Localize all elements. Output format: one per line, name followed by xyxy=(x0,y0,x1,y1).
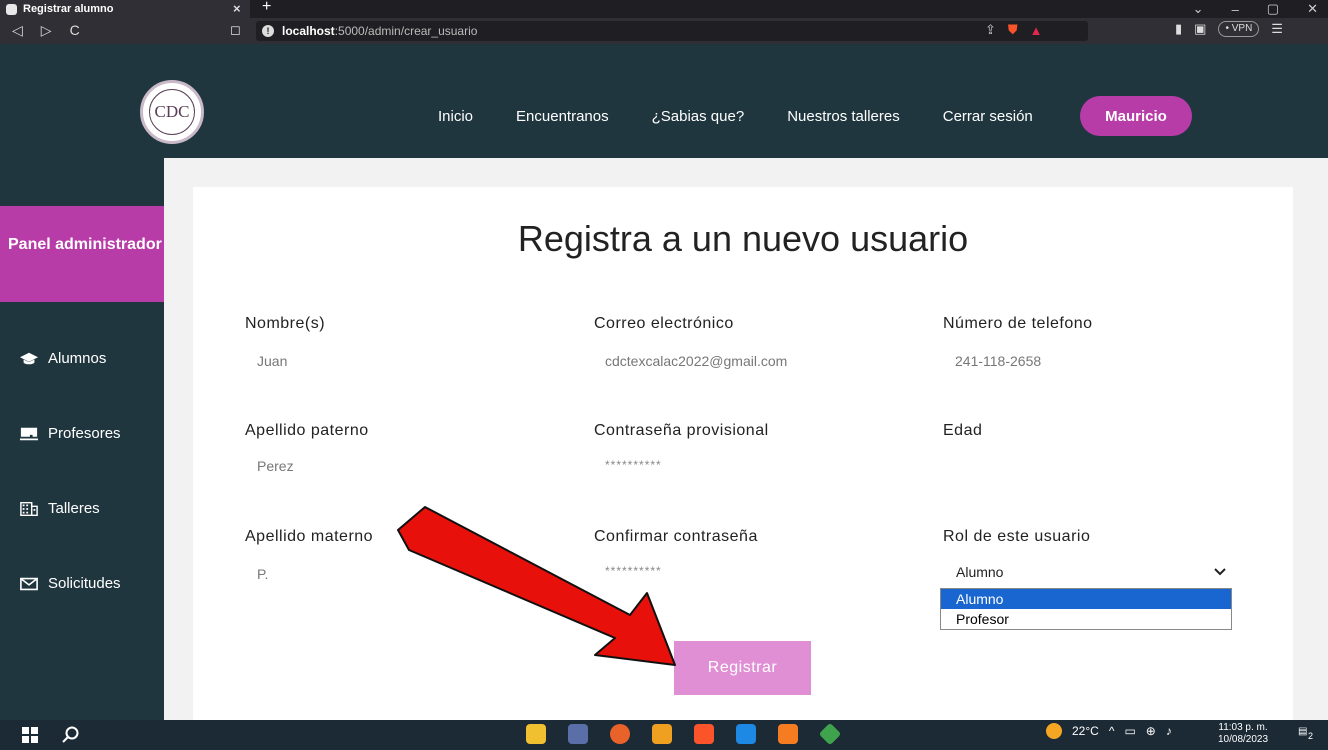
nav-sabias-que[interactable]: ¿Sabias que? xyxy=(652,108,745,125)
sidebar-item-profesores[interactable]: Profesores xyxy=(20,425,121,442)
file-explorer-icon[interactable] xyxy=(526,724,546,744)
site-info-icon[interactable]: ! xyxy=(262,25,274,37)
sidebar-item-label: Alumnos xyxy=(48,350,107,367)
sidebar-item-talleres[interactable]: Talleres xyxy=(20,500,100,517)
apellido-materno-label: Apellido materno xyxy=(245,528,374,545)
nav-encuentranos[interactable]: Encuentranos xyxy=(516,108,609,125)
git-icon[interactable] xyxy=(818,722,842,746)
chalkboard-icon xyxy=(20,427,38,440)
menu-icon[interactable]: ☰ xyxy=(1271,21,1283,37)
sidebar-toggle-icon[interactable]: ▮ xyxy=(1175,21,1182,37)
user-button[interactable]: Mauricio xyxy=(1080,96,1192,136)
logo-text: CDC xyxy=(149,89,195,135)
brave-shield-icon[interactable]: ⛊ xyxy=(1008,22,1018,38)
share-icon[interactable]: ⇪ xyxy=(985,22,996,38)
opera-icon[interactable] xyxy=(610,724,630,744)
registrar-button[interactable]: Registrar xyxy=(674,641,811,695)
apellido-paterno-field[interactable]: Perez xyxy=(257,458,294,474)
volume-icon[interactable]: ♪ xyxy=(1166,724,1172,738)
apellido-materno-field[interactable]: P. xyxy=(257,566,268,582)
clock[interactable]: 11:03 p. m. 10/08/2023 xyxy=(1218,722,1268,746)
network-icon[interactable]: ⊕ xyxy=(1146,724,1156,738)
nombre-label: Nombre(s) xyxy=(245,315,326,332)
weather-icon[interactable] xyxy=(1046,723,1062,739)
chevron-down-icon xyxy=(1214,568,1226,576)
close-window-button[interactable]: ✕ xyxy=(1307,1,1318,17)
rol-label: Rol de este usuario xyxy=(943,528,1091,545)
new-tab-button[interactable]: + xyxy=(262,0,271,16)
site-logo[interactable]: CDC xyxy=(140,80,204,144)
correo-field[interactable]: cdctexcalac2022@gmail.com xyxy=(605,353,787,369)
graduation-cap-icon xyxy=(20,352,38,364)
url-actions: ⇪ ⛊ ▲ xyxy=(985,22,1043,38)
tab-favicon-icon xyxy=(6,3,17,15)
rol-selected-value: Alumno xyxy=(956,564,1004,580)
sidebar-title: Panel administrador xyxy=(0,206,164,302)
chevron-up-icon[interactable]: ^ xyxy=(1109,724,1115,738)
maximize-button[interactable]: ▢ xyxy=(1267,1,1279,17)
sidebar-item-solicitudes[interactable]: Solicitudes xyxy=(20,575,121,592)
nav-nuestros-talleres[interactable]: Nuestros talleres xyxy=(787,108,900,125)
url-bar[interactable]: ! localhost :5000/admin/crear_usuario xyxy=(256,21,1088,41)
battery-icon[interactable]: ▭ xyxy=(1124,724,1135,738)
url-path: :5000/admin/crear_usuario xyxy=(334,24,478,38)
telefono-field[interactable]: 241-118-2658 xyxy=(955,353,1041,369)
extension-area: ▮ ▣ • VPN ☰ xyxy=(1175,21,1283,37)
taskbar-apps xyxy=(526,722,842,746)
vpn-button[interactable]: • VPN xyxy=(1218,21,1260,37)
nav-cerrar-sesion[interactable]: Cerrar sesión xyxy=(943,108,1033,125)
notification-count: 2 xyxy=(1308,731,1314,741)
rol-option-alumno[interactable]: Alumno xyxy=(941,589,1231,609)
sidebar-item-label: Profesores xyxy=(48,425,121,442)
contrasena-field[interactable]: ********** xyxy=(605,458,662,472)
sidebar-item-label: Talleres xyxy=(48,500,100,517)
red-arrow-annotation xyxy=(397,506,676,666)
main-nav: Inicio Encuentranos ¿Sabias que? Nuestro… xyxy=(438,108,1076,125)
page-title: Registra a un nuevo usuario xyxy=(517,218,969,259)
contrasena-label: Contraseña provisional xyxy=(594,422,769,439)
nav-inicio[interactable]: Inicio xyxy=(438,108,473,125)
browser-toolbar: ◁ ▷ C ◻ ! localhost :5000/admin/crear_us… xyxy=(0,18,1328,44)
rol-option-profesor[interactable]: Profesor xyxy=(941,609,1231,629)
telefono-label: Número de telefono xyxy=(943,315,1093,332)
browser-tab[interactable]: Registrar alumno × xyxy=(0,0,250,18)
building-icon xyxy=(20,501,38,516)
nombre-field[interactable]: Juan xyxy=(257,353,287,369)
url-host: localhost xyxy=(282,24,335,38)
minimize-button[interactable]: – xyxy=(1232,2,1239,17)
vscode-icon[interactable] xyxy=(736,724,756,744)
sublime-text-icon[interactable] xyxy=(652,724,672,744)
correo-label: Correo electrónico xyxy=(594,315,734,332)
nav-buttons: ◁ ▷ C xyxy=(12,22,80,39)
app-icon[interactable] xyxy=(568,724,588,744)
sidebar-item-alumnos[interactable]: Alumnos xyxy=(20,350,106,367)
xampp-icon[interactable] xyxy=(778,724,798,744)
browser-tab-bar: Registrar alumno × + ⌄ – ▢ ✕ xyxy=(0,0,1328,18)
brave-rewards-icon[interactable]: ▲ xyxy=(1030,23,1043,38)
wallet-icon[interactable]: ▣ xyxy=(1194,21,1206,37)
rol-dropdown-list: Alumno Profesor xyxy=(940,588,1232,630)
tab-search-icon[interactable]: ⌄ xyxy=(1193,1,1204,17)
brave-icon[interactable] xyxy=(694,724,714,744)
sidebar-item-label: Solicitudes xyxy=(48,575,121,592)
apellido-paterno-label: Apellido paterno xyxy=(245,422,369,439)
rol-select[interactable]: Alumno xyxy=(942,560,1232,584)
envelope-icon xyxy=(20,577,38,590)
clock-date: 10/08/2023 xyxy=(1218,734,1269,745)
search-icon[interactable] xyxy=(62,726,80,744)
edad-label: Edad xyxy=(943,422,983,439)
forward-button[interactable]: ▷ xyxy=(41,22,52,39)
close-tab-icon[interactable]: × xyxy=(233,1,241,16)
bookmark-icon[interactable]: ◻ xyxy=(230,22,241,38)
clock-time: 11:03 p. m. xyxy=(1218,722,1268,733)
weather-temp[interactable]: 22°C xyxy=(1072,724,1099,738)
reload-button[interactable]: C xyxy=(70,22,80,39)
windows-start-icon[interactable] xyxy=(22,727,38,743)
window-controls: ⌄ – ▢ ✕ xyxy=(1193,0,1328,18)
system-tray: 22°C ^ ▭ ⊕ ♪ xyxy=(1046,723,1172,739)
notifications-icon[interactable]: ▤ 2 xyxy=(1298,726,1316,742)
tab-title: Registrar alumno xyxy=(23,3,114,15)
back-button[interactable]: ◁ xyxy=(12,22,23,39)
edad-field[interactable] xyxy=(955,458,1225,476)
